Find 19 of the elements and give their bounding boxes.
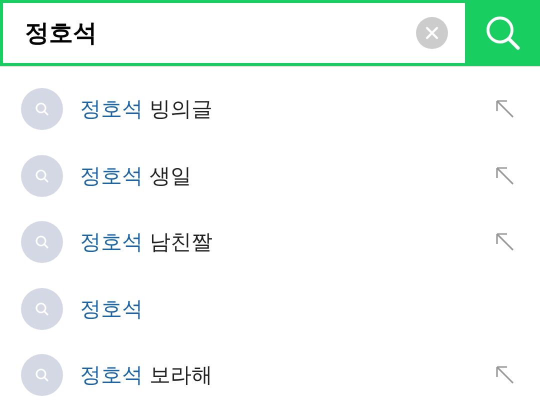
search-icon <box>21 221 63 264</box>
arrow-icon[interactable] <box>495 99 515 120</box>
search-icon <box>21 354 63 396</box>
clear-icon[interactable] <box>416 17 448 49</box>
suggestion-item[interactable]: 정호석 보라해 <box>80 361 495 390</box>
arrow-icon[interactable] <box>495 232 515 252</box>
search-field[interactable]: 정호석 <box>23 18 416 48</box>
suggestion-item[interactable]: 정호석 빙의글 <box>80 95 495 124</box>
search-bar[interactable]: 정호석 <box>0 0 465 66</box>
suggestion-item[interactable]: 정호석 남친짤 <box>80 228 495 256</box>
search-button[interactable] <box>465 0 540 66</box>
arrow-icon[interactable] <box>495 365 515 386</box>
arrow-icon[interactable] <box>495 166 515 186</box>
search-icon <box>484 14 522 52</box>
search-icon <box>21 288 63 330</box>
search-icon <box>21 88 63 130</box>
suggestion-item[interactable]: 정호석 생일 <box>80 162 495 190</box>
search-icon <box>21 154 63 197</box>
suggestion-item[interactable]: 정호석 <box>80 294 515 323</box>
